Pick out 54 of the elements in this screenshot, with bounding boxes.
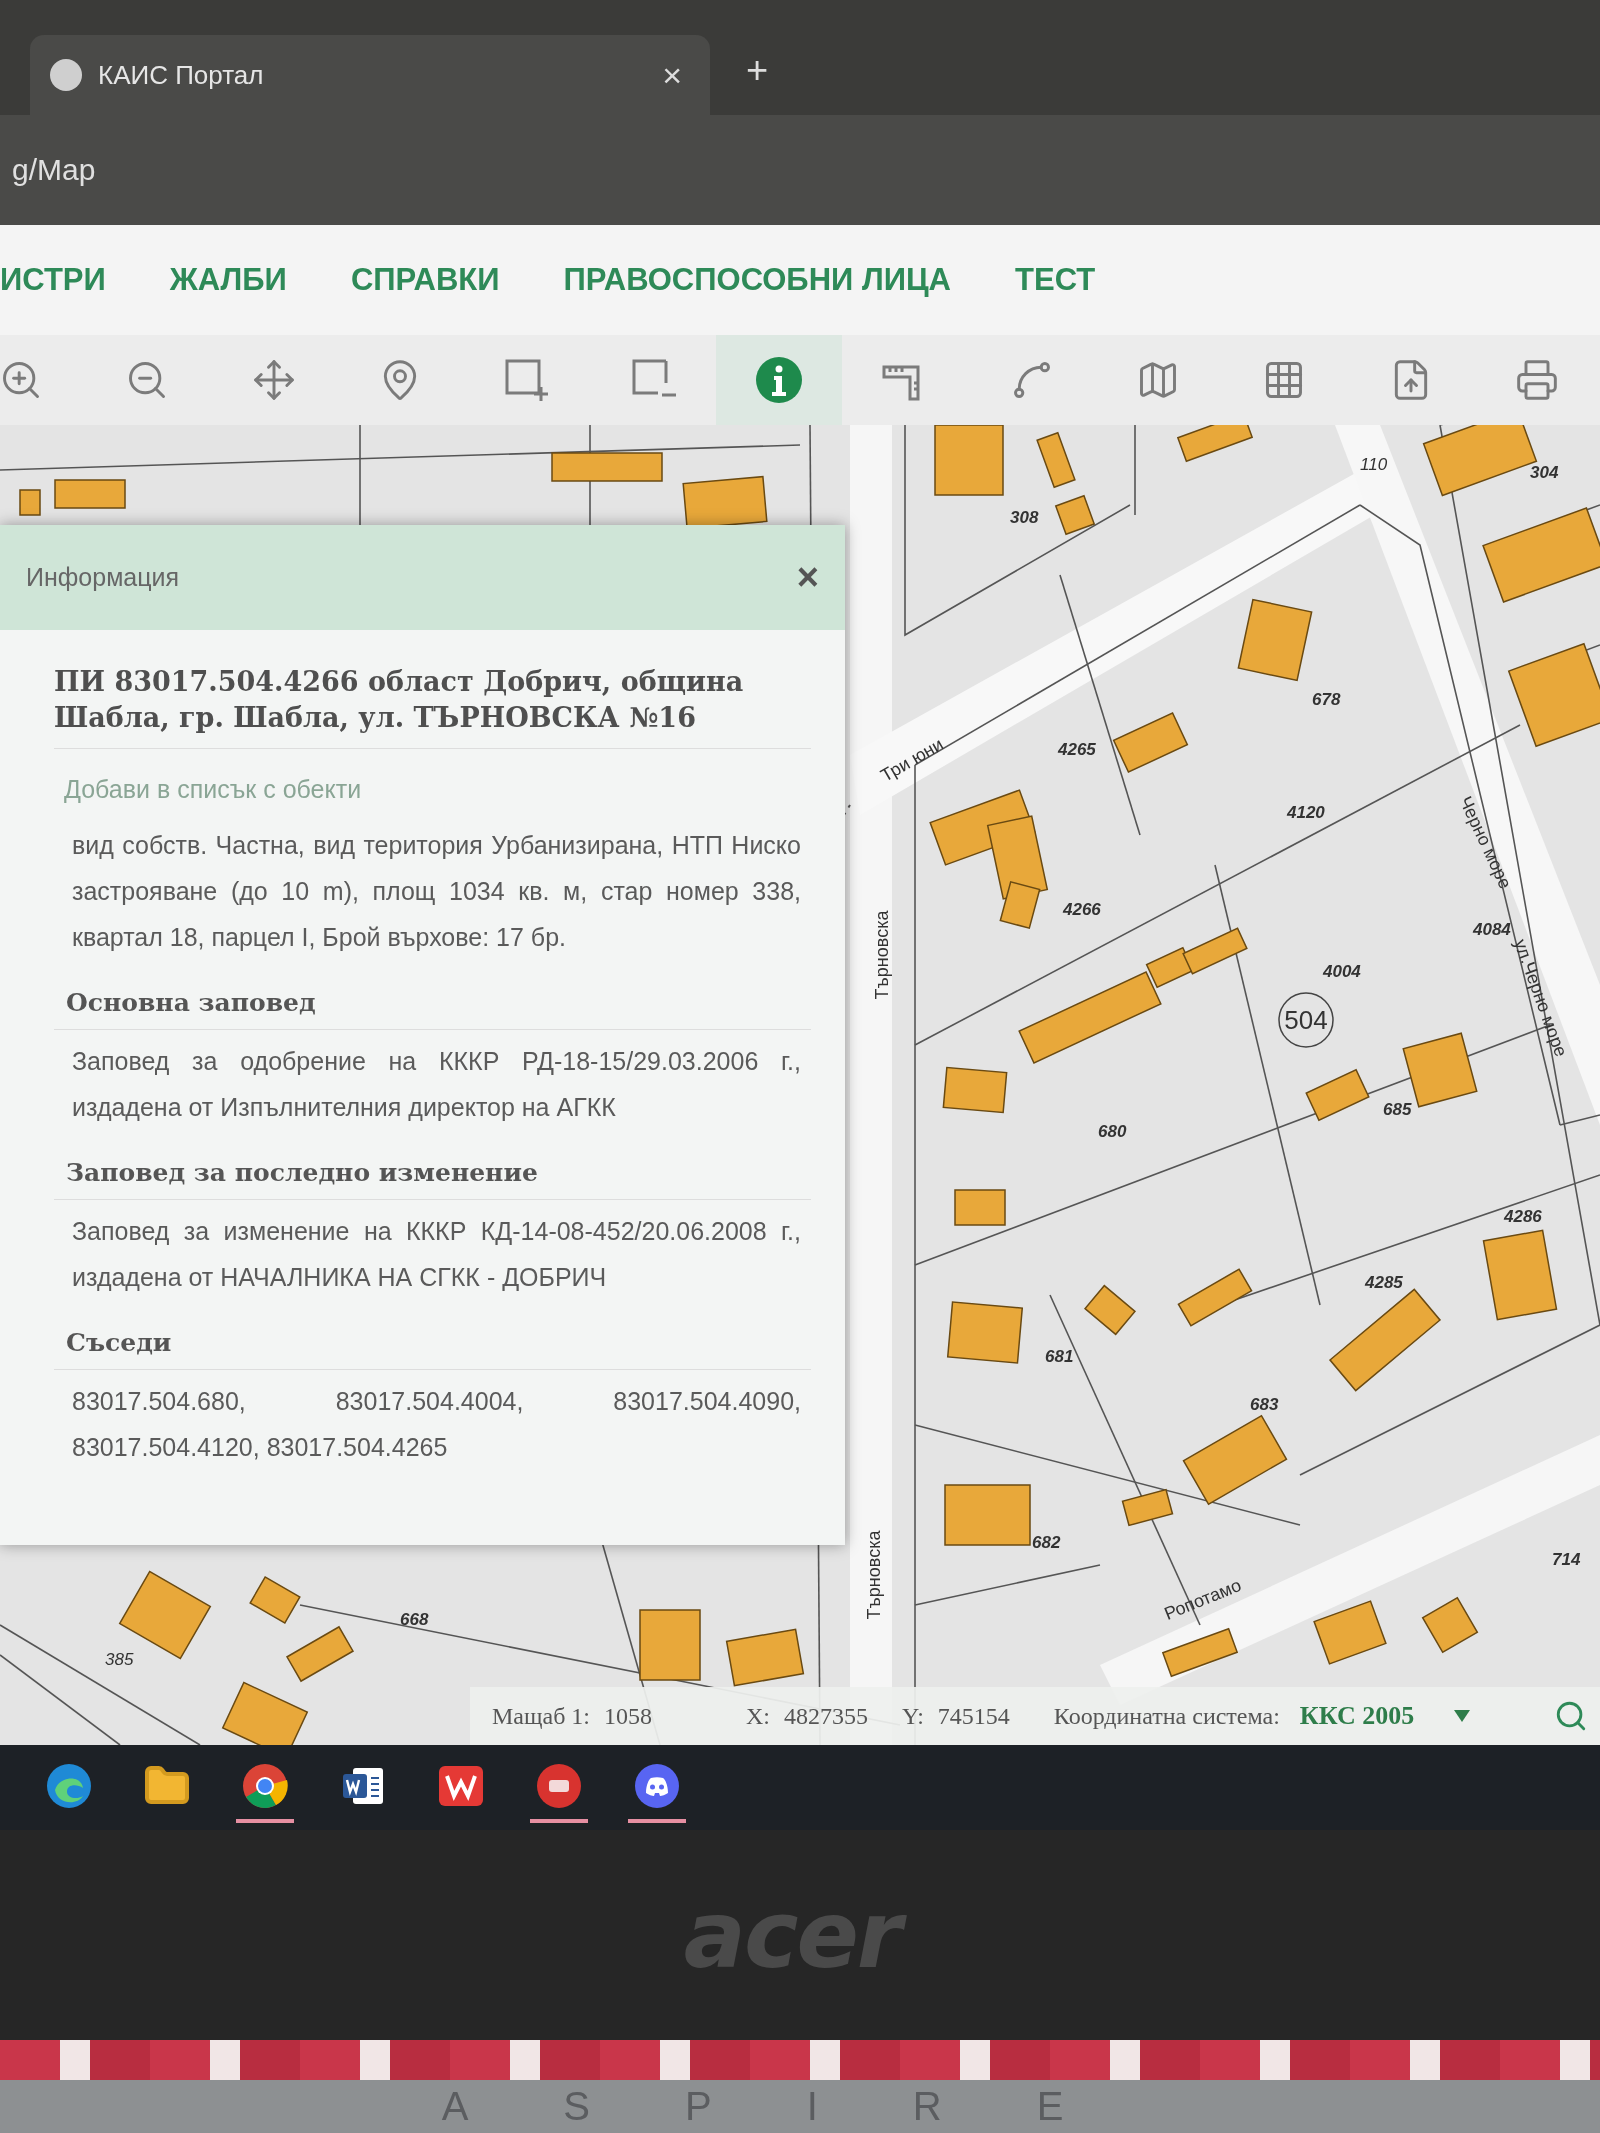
add-to-list-link[interactable]: Добави в списък с обекти — [64, 775, 811, 804]
parcel-number: 4004 — [1323, 962, 1361, 981]
parcel-number: 680 — [1098, 1122, 1127, 1141]
street-name: Търновска — [864, 1530, 884, 1620]
section-heading: Основна заповед — [54, 982, 811, 1030]
y-value: 745154 — [937, 1702, 1010, 1730]
address-bar[interactable]: g/Map — [0, 115, 1600, 225]
parcel-heading: ПИ 83017.504.4266 област Добрич, община Шабла, гр. Шабла, ул. ТЪРНОВСКА №16 — [54, 664, 811, 749]
menu-item[interactable]: ТЕСТ — [1015, 262, 1096, 298]
survey-point-label: 385 — [105, 1650, 134, 1669]
y-label: Y: — [902, 1702, 924, 1730]
address-text: g/Map — [12, 153, 96, 187]
survey-point-label: 110 — [1360, 455, 1388, 474]
parcel-number: 683 — [1250, 1395, 1279, 1414]
menu-item[interactable]: СПРАВКИ — [350, 262, 500, 298]
parcel-number: 4120 — [1287, 803, 1325, 822]
section-heading: Съседи — [54, 1322, 811, 1370]
parcel-number: 681 — [1045, 1347, 1074, 1366]
menu-item[interactable]: ПРАВОСПОСОБНИ ЛИЦА — [563, 262, 951, 298]
parcel-number: 308 — [1010, 508, 1039, 527]
crs-label: Координатна система: — [1053, 1702, 1280, 1730]
x-label: X: — [746, 1702, 770, 1730]
section-text: Заповед за одобрение на КККР РД-18-15/29.03.2006 г., издадена от Изпълнителния директор на АГКК — [71, 1046, 802, 1123]
parcel-number: 4084 — [1473, 920, 1511, 939]
panel-title: Информация — [26, 563, 180, 592]
section-heading: Заповед за последно изменение — [54, 1152, 811, 1200]
close-button[interactable]: × — [790, 555, 825, 600]
parcel-number: 4265 — [1058, 740, 1096, 759]
parcel-number: 304 — [1530, 463, 1559, 482]
street-name: Черно море — [1455, 793, 1516, 892]
x-value: 4827355 — [784, 1702, 868, 1730]
browser-tab[interactable]: КАИС Портал × — [30, 35, 710, 115]
scale-value: 1058 — [604, 1702, 652, 1730]
parcel-number: 678 — [1312, 690, 1341, 709]
parcel-number: 4266 — [1063, 900, 1101, 919]
parcel-number: 4285 — [1365, 1273, 1403, 1292]
tab-title: КАИС Портал — [98, 59, 265, 91]
scale-label: Мащаб 1: — [492, 1702, 590, 1730]
menu-item[interactable]: ИСТРИ — [0, 262, 106, 298]
street-name: Три юни — [877, 734, 947, 786]
parcel-number: 682 — [1032, 1533, 1061, 1552]
parcel-number: 685 — [1383, 1100, 1412, 1119]
section-text: Заповед за изменение на КККР КД-14-08-452/20.06.2008 г., издадена от НАЧАЛНИКА НА СГКК - ДОБРИЧ — [71, 1216, 802, 1293]
parcel-number: 668 — [400, 1610, 429, 1629]
new-tab-button[interactable]: + — [740, 48, 775, 93]
parcel-number: 4286 — [1504, 1207, 1542, 1226]
crs-dropdown[interactable]: ККС 2005 — [1293, 1700, 1477, 1732]
menu-item[interactable]: ЖАЛБИ — [169, 262, 287, 298]
parcel-number: 714 — [1552, 1550, 1581, 1569]
block-number: 504 — [1278, 992, 1334, 1048]
section-text: 83017.504.680, 83017.504.4004, 83017.504.4090, 83017.504.4120, 83017.504.4265 — [71, 1386, 802, 1463]
street-name: Търновска — [872, 910, 892, 1000]
parcel-description: вид собств. Частна, вид територия Урбанизирана, НТП Ниско застрояване (до 10 m), площ 1034 кв. м, стар номер 338, квартал 18, парцел I, Брой върхове: 17 бр. — [71, 830, 802, 953]
close-tab-button[interactable]: × — [654, 55, 690, 95]
